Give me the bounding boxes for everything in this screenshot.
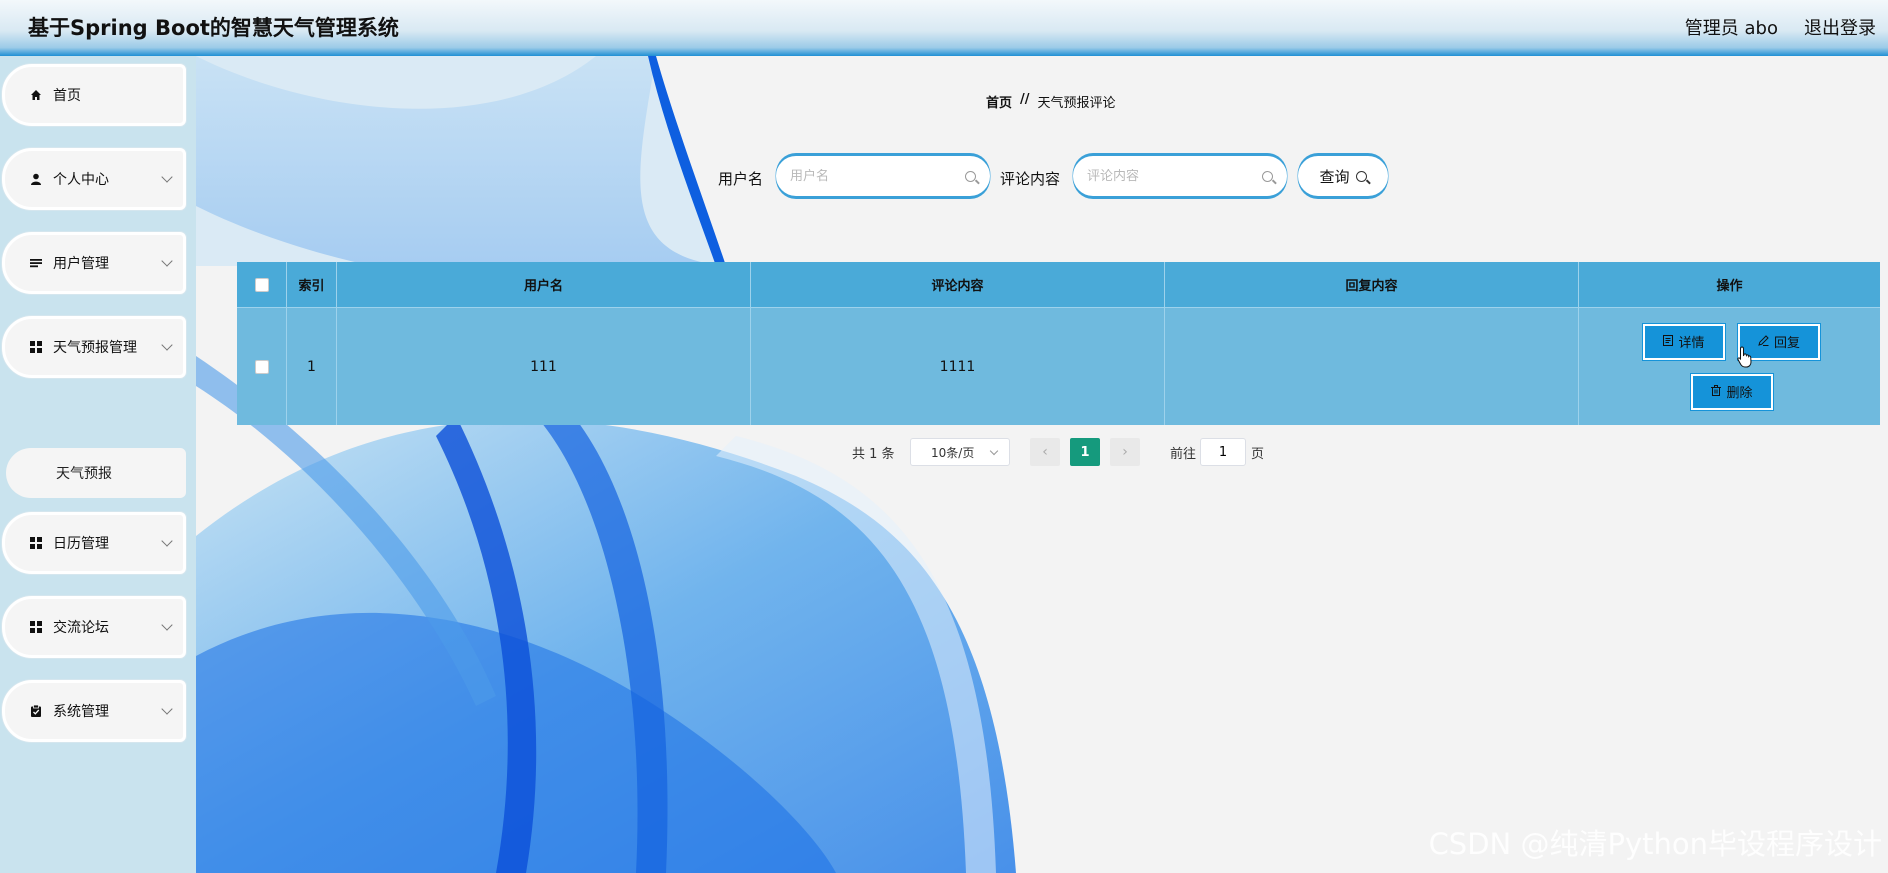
grid-icon (29, 620, 43, 634)
sidebar-subitem-label: 天气预报 (56, 466, 112, 482)
sidebar-item-weather-forecast-management[interactable]: 天气预报管理 (2, 316, 186, 378)
sidebar: 首页 个人中心 用户管理 天气预报管理 天气预报 日历管理 交流论坛 系统管理 (0, 56, 196, 873)
chevron-down-icon (161, 535, 173, 547)
delete-button-label: 删除 (1726, 386, 1753, 401)
watermark-text: CSDN @纯清Python毕设程序设计 (1428, 827, 1882, 861)
row-username-cell: 111 (337, 307, 751, 425)
goto-prefix-label: 前往 (1170, 447, 1197, 462)
row-index-cell: 1 (287, 307, 337, 425)
detail-button[interactable]: 详情 (1643, 323, 1725, 360)
username-search-input[interactable] (790, 168, 960, 184)
table-row: 1 111 1111 详情 回复 删除 (237, 307, 1880, 425)
sidebar-item-label: 用户管理 (53, 256, 109, 272)
row-select-cell (237, 307, 287, 425)
comment-search-label: 评论内容 (1000, 170, 1061, 188)
pagination-total: 共 1 条 (852, 447, 895, 462)
next-page-button[interactable]: › (1110, 438, 1140, 466)
document-icon (1663, 334, 1674, 349)
comment-search-box (1073, 156, 1287, 196)
list-icon (29, 256, 43, 270)
prev-page-button[interactable]: ‹ (1030, 438, 1060, 466)
sidebar-item-label: 日历管理 (53, 536, 109, 552)
chevron-left-icon: ‹ (1042, 444, 1048, 460)
row-checkbox[interactable] (254, 359, 269, 374)
sidebar-item-system-management[interactable]: 系统管理 (2, 680, 186, 742)
row-reply-cell (1165, 307, 1579, 425)
search-icon (965, 170, 976, 182)
chevron-down-icon (989, 446, 999, 456)
goto-suffix-label: 页 (1251, 447, 1265, 462)
column-header-username: 用户名 (337, 262, 751, 307)
grid-icon (29, 340, 43, 354)
sidebar-item-label: 系统管理 (53, 704, 109, 720)
row-comment-cell: 1111 (751, 307, 1165, 425)
home-icon (29, 88, 43, 102)
chevron-right-icon: › (1122, 444, 1128, 460)
sidebar-item-calendar-management[interactable]: 日历管理 (2, 512, 186, 574)
row-ops-cell: 详情 回复 删除 (1579, 307, 1880, 425)
table-header: 索引 用户名 评论内容 回复内容 操作 (237, 262, 1880, 307)
chevron-down-icon (161, 255, 173, 267)
select-all-checkbox[interactable] (254, 277, 269, 292)
sidebar-item-user-management[interactable]: 用户管理 (2, 232, 186, 294)
sidebar-item-label: 个人中心 (53, 172, 109, 188)
goto-page-input[interactable] (1200, 438, 1246, 466)
column-header-index: 索引 (287, 262, 337, 307)
logout-link[interactable]: 退出登录 (1804, 14, 1876, 40)
chevron-down-icon (161, 339, 173, 351)
username-search-label: 用户名 (718, 170, 764, 188)
edit-icon (1758, 334, 1769, 349)
app-title: 基于Spring Boot的智慧天气管理系统 (28, 16, 399, 40)
current-page-button[interactable]: 1 (1070, 438, 1100, 466)
sidebar-item-label: 首页 (53, 88, 81, 104)
header-select-all-cell (237, 262, 287, 307)
page-size-value: 10条/页 (931, 445, 975, 460)
reply-button-label: 回复 (1773, 336, 1800, 351)
search-icon (1262, 170, 1273, 182)
sidebar-item-personal-center[interactable]: 个人中心 (2, 148, 186, 210)
sidebar-subitem-weather-forecast[interactable]: 天气预报 (6, 448, 186, 498)
chevron-down-icon (161, 619, 173, 631)
detail-button-label: 详情 (1678, 336, 1705, 351)
sidebar-item-label: 交流论坛 (53, 620, 109, 636)
query-button-label: 查询 (1319, 167, 1350, 186)
query-button[interactable]: 查询 (1298, 156, 1388, 196)
column-header-comment: 评论内容 (751, 262, 1165, 307)
breadcrumb-current: 天气预报评论 (1037, 96, 1116, 111)
header-user-area: 管理员 abo 退出登录 (1685, 14, 1876, 40)
clipboard-icon (29, 704, 43, 718)
hand-cursor-icon (1737, 346, 1755, 372)
grid-icon (29, 536, 43, 550)
top-header: 基于Spring Boot的智慧天气管理系统 管理员 abo 退出登录 (0, 0, 1888, 56)
trash-icon (1711, 384, 1722, 399)
breadcrumb-separator: // (1020, 92, 1030, 107)
page-size-select[interactable]: 10条/页 (910, 438, 1010, 466)
comment-search-input[interactable] (1087, 168, 1257, 184)
breadcrumb-home[interactable]: 首页 (986, 92, 1012, 111)
sidebar-item-home[interactable]: 首页 (2, 64, 186, 126)
chevron-down-icon (161, 703, 173, 715)
breadcrumb: 首页 // 天气预报评论 (986, 92, 1116, 111)
chevron-down-icon (161, 171, 173, 183)
sidebar-item-label: 天气预报管理 (53, 340, 137, 356)
column-header-ops: 操作 (1716, 279, 1743, 294)
search-icon (1355, 170, 1367, 182)
delete-button[interactable]: 删除 (1691, 373, 1773, 410)
current-user-label[interactable]: 管理员 abo (1685, 14, 1778, 40)
user-icon (29, 172, 43, 186)
column-header-reply: 回复内容 (1165, 262, 1579, 307)
sidebar-item-forum[interactable]: 交流论坛 (2, 596, 186, 658)
username-search-box (776, 156, 990, 196)
